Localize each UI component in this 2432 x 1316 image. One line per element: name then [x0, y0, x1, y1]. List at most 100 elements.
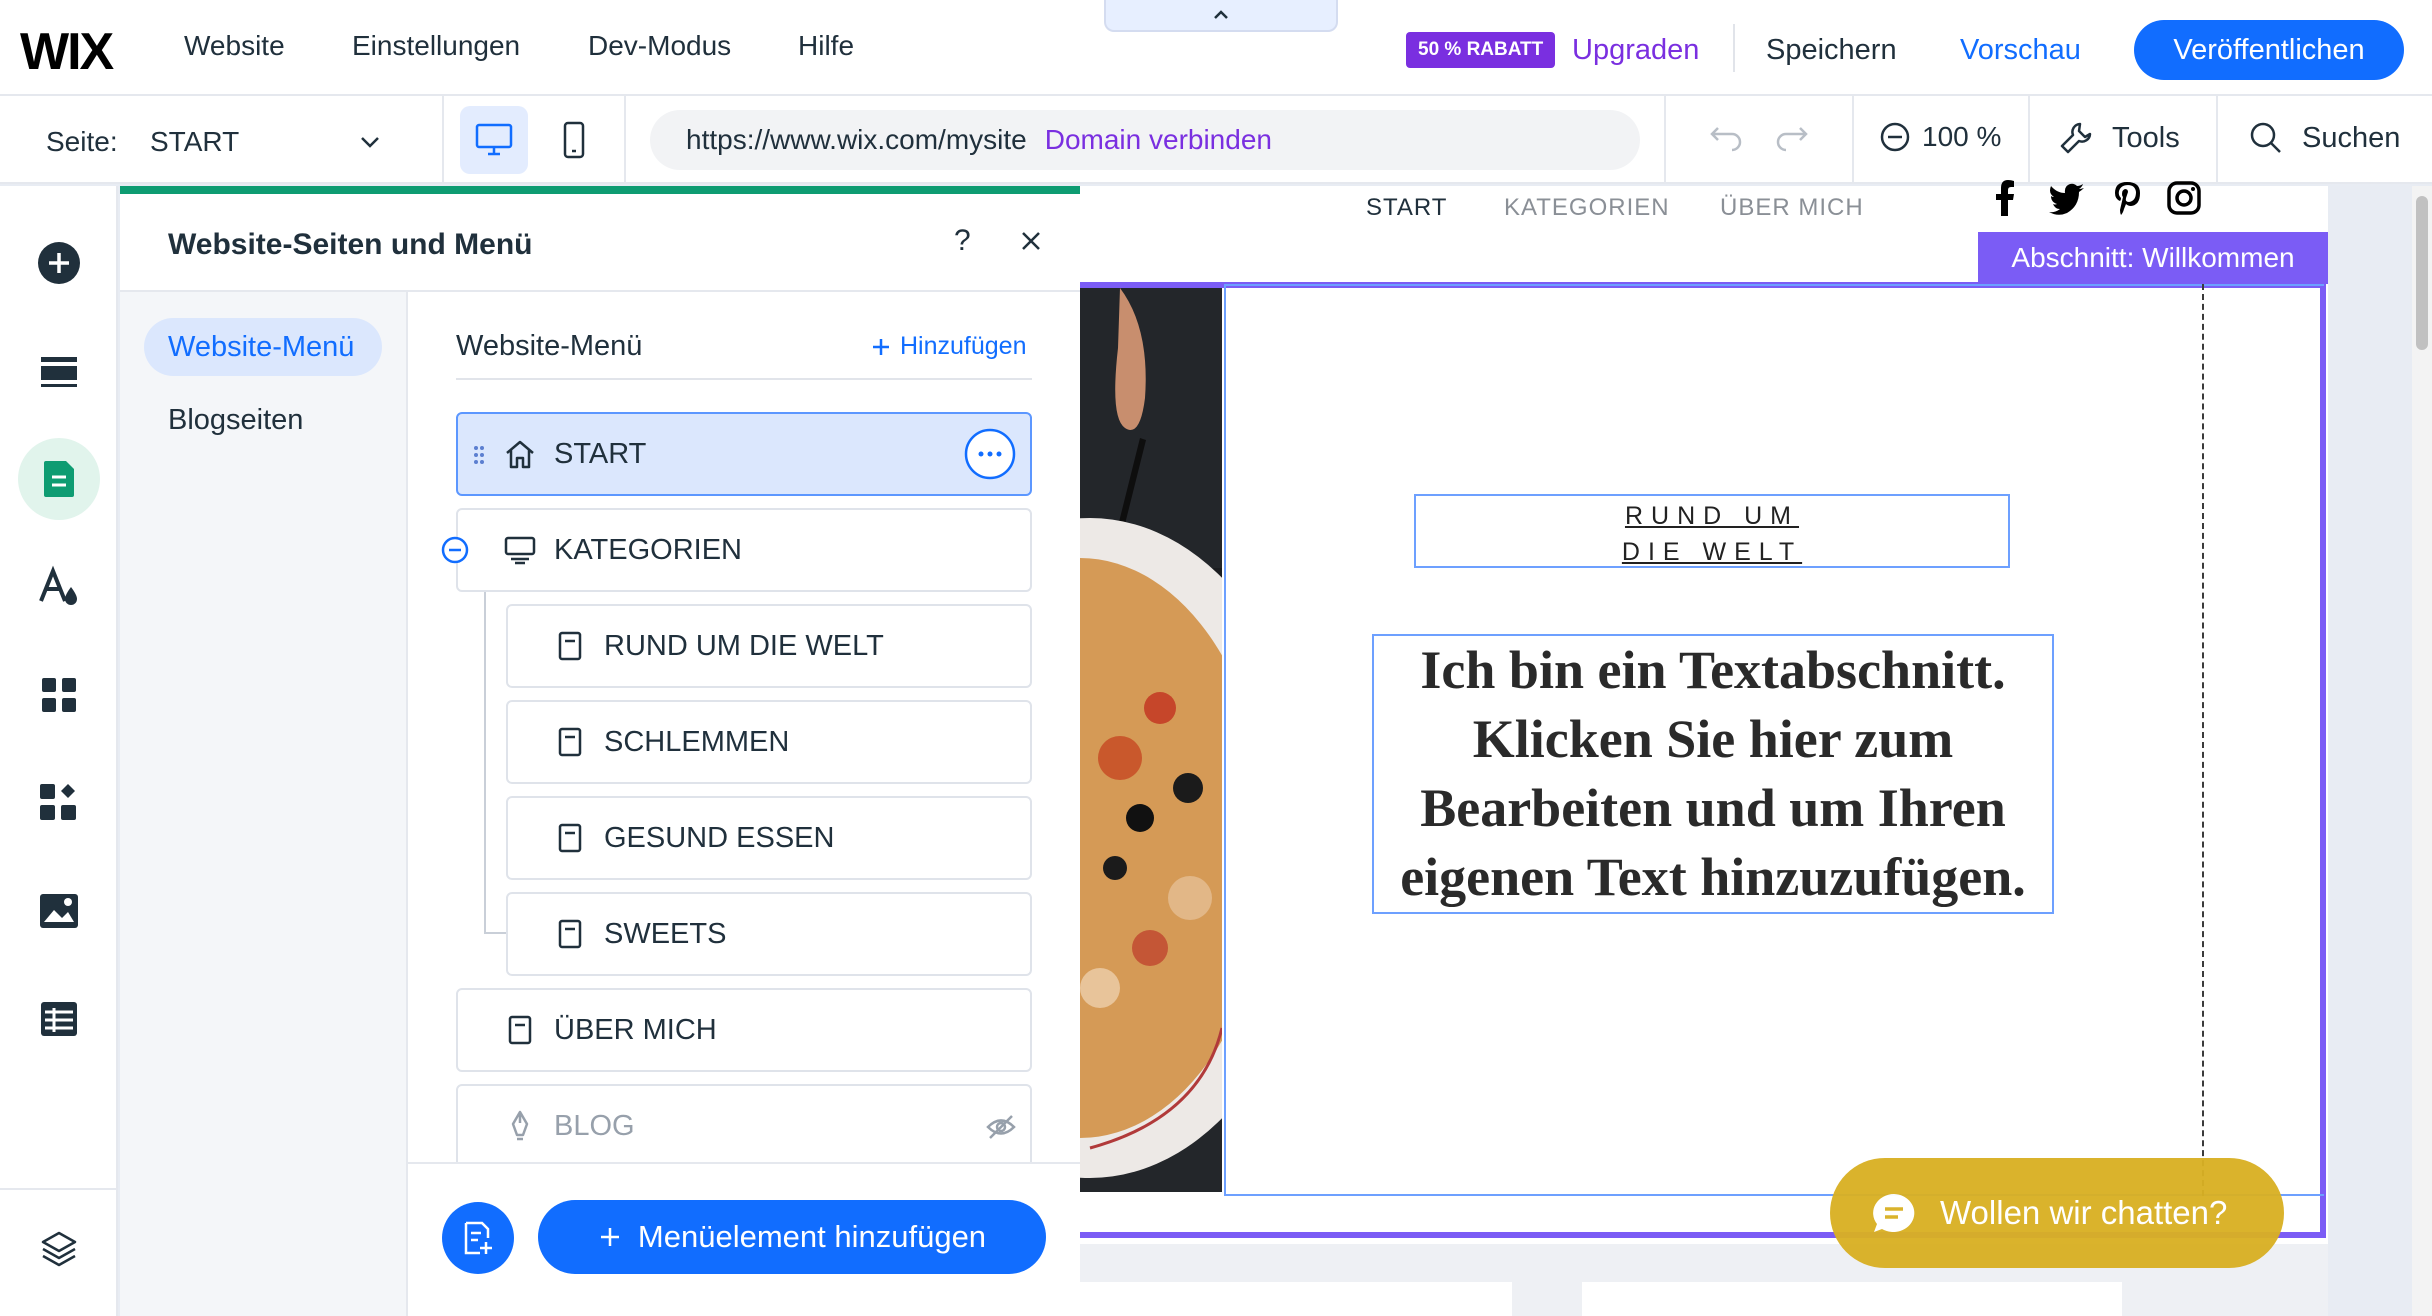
title-text[interactable]: RUND UM DIE WELT — [1414, 498, 2010, 570]
folder-menu-icon — [500, 535, 540, 565]
close-icon[interactable] — [1016, 226, 1046, 256]
add-page-icon — [464, 1221, 492, 1255]
collapse-toolbar-tab[interactable] — [1104, 0, 1338, 32]
site-url-bar: https://www.wix.com/mysite Domain verbin… — [650, 110, 1640, 170]
drag-handle-icon[interactable] — [472, 444, 486, 466]
add-menu-link[interactable]: Hinzufügen — [870, 332, 1026, 361]
menu-item-label: ÜBER MICH — [554, 1013, 717, 1046]
cms-button[interactable] — [18, 978, 100, 1060]
media-button[interactable] — [18, 870, 100, 952]
discount-badge[interactable]: 50 % RABATT — [1406, 32, 1556, 68]
page-icon — [550, 822, 590, 854]
pages-menu-button[interactable] — [18, 438, 100, 520]
apps-grid-icon — [42, 678, 76, 712]
help-icon[interactable]: ? — [954, 224, 971, 258]
chat-button[interactable]: Wollen wir chatten? — [1830, 1158, 2284, 1268]
nav-blog-pages[interactable]: Blogseiten — [168, 404, 303, 437]
desktop-view-button[interactable] — [460, 106, 528, 174]
menu-item-sweets[interactable]: SWEETS — [506, 892, 1032, 976]
page-selector-value[interactable]: START — [150, 126, 239, 158]
menu-item-label: SWEETS — [604, 917, 727, 950]
menu-help[interactable]: Hilfe — [798, 30, 854, 62]
nav-website-menu[interactable]: Website-Menü — [144, 318, 382, 376]
menu-item-gesund-essen[interactable]: GESUND ESSEN — [506, 796, 1032, 880]
business-tools-button[interactable] — [18, 762, 100, 844]
next-section-card[interactable] — [1582, 1282, 2122, 1316]
zoom-out-icon[interactable] — [1878, 120, 1912, 154]
menu-dev-mode[interactable]: Dev-Modus — [588, 30, 731, 62]
mobile-view-button[interactable] — [540, 106, 608, 174]
site-design-button[interactable] — [18, 546, 100, 628]
menu-item-about[interactable]: ÜBER MICH — [456, 988, 1032, 1072]
add-page-button[interactable] — [442, 1202, 514, 1274]
more-actions-icon[interactable] — [964, 428, 1016, 480]
plus-icon — [873, 338, 889, 355]
facebook-icon[interactable] — [1994, 180, 2016, 216]
connect-domain-link[interactable]: Domain verbinden — [1045, 124, 1272, 156]
redo-icon[interactable] — [1772, 120, 1812, 160]
menu-item-rund-um-die-welt[interactable]: RUND UM DIE WELT — [506, 604, 1032, 688]
section-badge[interactable]: Abschnitt: Willkommen — [1978, 232, 2328, 284]
toolbar-divider — [442, 96, 444, 184]
paragraph-text[interactable]: Ich bin ein Textabschnitt. Klicken Sie h… — [1372, 636, 2054, 912]
plus-icon — [600, 1228, 619, 1246]
wrench-icon — [2060, 122, 2092, 154]
upgrade-link[interactable]: Upgraden — [1572, 34, 1699, 67]
scrollbar-track[interactable] — [2412, 186, 2432, 1316]
tools-label: Tools — [2112, 121, 2180, 154]
wix-logo[interactable]: WIX — [20, 22, 114, 82]
preview-button[interactable]: Vorschau — [1960, 34, 2081, 67]
tree-connector — [484, 932, 506, 934]
chevron-down-icon[interactable] — [356, 128, 384, 156]
topbar-divider — [1733, 24, 1735, 72]
scrollbar-thumb[interactable] — [2416, 196, 2428, 350]
page-icon — [550, 726, 590, 758]
add-apps-button[interactable] — [18, 654, 100, 736]
menu-settings[interactable]: Einstellungen — [352, 30, 520, 62]
undo-icon[interactable] — [1706, 120, 1746, 160]
add-elements-button[interactable] — [18, 222, 100, 304]
collapse-icon[interactable] — [440, 535, 470, 565]
panel-title: Website-Seiten und Menü — [168, 228, 533, 261]
toolbar-divider — [1852, 96, 1854, 184]
menu-website[interactable]: Website — [184, 30, 285, 62]
save-button[interactable]: Speichern — [1766, 34, 1897, 67]
search-icon — [2250, 122, 2281, 153]
site-nav-about[interactable]: ÜBER MICH — [1720, 194, 1864, 222]
menu-item-blog[interactable]: BLOG — [456, 1084, 1032, 1168]
site-nav-start[interactable]: START — [1366, 194, 1447, 222]
pinterest-icon[interactable] — [2112, 180, 2142, 216]
site-url: https://www.wix.com/mysite — [686, 124, 1027, 155]
zoom-level: 100 % — [1922, 121, 2002, 152]
add-section-button[interactable] — [18, 330, 100, 412]
site-nav-categories[interactable]: KATEGORIEN — [1504, 194, 1670, 222]
publish-button[interactable]: Veröffentlichen — [2134, 20, 2404, 80]
menu-item-label: GESUND ESSEN — [604, 821, 835, 854]
twitter-icon[interactable] — [2048, 180, 2086, 216]
home-icon — [500, 438, 540, 470]
zoom-control[interactable]: 100 % — [1878, 120, 2001, 154]
add-menu-item-button[interactable]: Menüelement hinzufügen — [538, 1200, 1046, 1274]
panel-nav — [120, 292, 408, 1316]
tools-button[interactable]: Tools — [2058, 120, 2180, 156]
gridline-guide — [2202, 284, 2204, 1196]
hidden-eye-icon[interactable] — [986, 1114, 1016, 1140]
paragraph-line: Klicken Sie hier zum — [1472, 709, 1954, 769]
menu-item-categories[interactable]: KATEGORIEN — [456, 508, 1032, 592]
pen-icon — [500, 1109, 540, 1143]
toolbar-divider — [624, 96, 626, 184]
layers-button[interactable] — [18, 1208, 100, 1290]
search-button[interactable]: Suchen — [2248, 120, 2400, 156]
menu-item-start[interactable]: START — [456, 412, 1032, 496]
table-icon — [41, 1002, 77, 1036]
instagram-icon[interactable] — [2166, 180, 2202, 216]
paragraph-line: eigenen Text hinzuzufügen. — [1400, 847, 2026, 907]
menu-list-heading: Website-Menü — [456, 330, 643, 362]
menu-item-label: SCHLEMMEN — [604, 725, 790, 758]
menu-item-schlemmen[interactable]: SCHLEMMEN — [506, 700, 1032, 784]
pizza-photo[interactable] — [1080, 288, 1222, 1192]
title-line: DIE WELT — [1621, 538, 1803, 566]
menu-item-label: START — [554, 437, 647, 470]
chevron-up-icon — [1214, 10, 1228, 19]
next-section-card[interactable] — [1080, 1282, 1512, 1316]
